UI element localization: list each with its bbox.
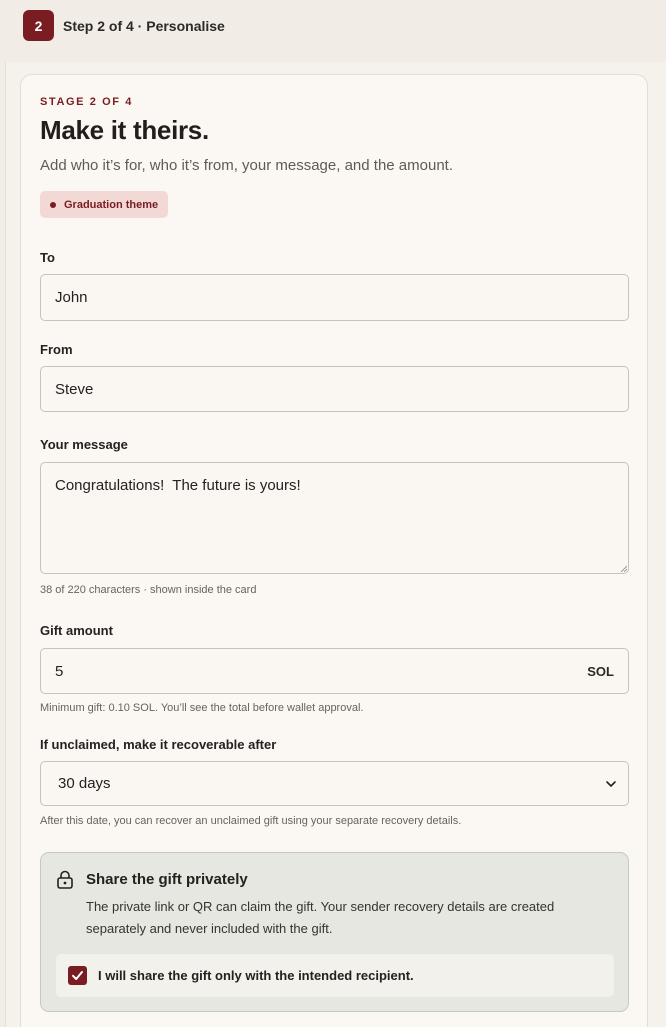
amount-label: Gift amount xyxy=(40,623,113,638)
recovery-selected-value: 30 days xyxy=(58,775,111,792)
personalise-page: 2 Step 2 of 4 · Personalise STAGE 2 OF 4… xyxy=(0,0,666,1027)
lock-icon xyxy=(57,870,73,889)
dot-icon xyxy=(50,201,56,208)
message-label: Your message xyxy=(40,437,128,452)
recovery-select[interactable]: 30 days xyxy=(40,761,629,806)
amount-helper: Minimum gift: 0.10 SOL. You’ll see the t… xyxy=(40,702,364,714)
to-input[interactable] xyxy=(40,274,629,321)
page-title: Make it theirs. xyxy=(40,115,209,145)
chevron-down-icon xyxy=(606,780,616,787)
stage-eyebrow: STAGE 2 OF 4 xyxy=(40,96,133,108)
amount-field: SOL xyxy=(40,648,629,694)
personalise-card: STAGE 2 OF 4 Make it theirs. Add who it’… xyxy=(20,74,648,1027)
theme-chip-label: Graduation theme xyxy=(64,198,159,211)
recovery-label: If unclaimed, make it recoverable after xyxy=(40,737,277,752)
step-indicator: 2 Step 2 of 4 · Personalise xyxy=(23,10,225,41)
share-confirmation-label: I will share the gift only with the inte… xyxy=(98,968,414,983)
resize-grip-icon[interactable] xyxy=(621,566,627,572)
message-textarea[interactable]: Congratulations! The future is yours! xyxy=(40,462,629,574)
recovery-helper: After this date, you can recover an uncl… xyxy=(40,815,462,827)
privacy-body: The private link or QR can claim the gif… xyxy=(86,899,555,936)
amount-unit: SOL xyxy=(587,663,614,679)
amount-input[interactable] xyxy=(55,662,588,680)
message-char-count: 38 of 220 characters · shown inside the … xyxy=(40,584,257,596)
share-confirmation-checkbox[interactable] xyxy=(68,966,87,985)
share-confirmation-row[interactable]: I will share the gift only with the inte… xyxy=(56,954,614,997)
step-label: Step 2 of 4 · Personalise xyxy=(63,17,225,34)
to-label: To xyxy=(40,250,55,265)
from-label: From xyxy=(40,342,73,357)
step-number-badge: 2 xyxy=(23,10,54,41)
page-subtitle: Add who it’s for, who it’s from, your me… xyxy=(40,157,453,174)
checkmark-icon xyxy=(72,971,83,980)
privacy-title: Share the gift privately xyxy=(86,871,248,888)
from-input[interactable] xyxy=(40,366,629,412)
privacy-notice: Share the gift privately The private lin… xyxy=(40,852,629,1012)
theme-chip: Graduation theme xyxy=(40,191,169,218)
